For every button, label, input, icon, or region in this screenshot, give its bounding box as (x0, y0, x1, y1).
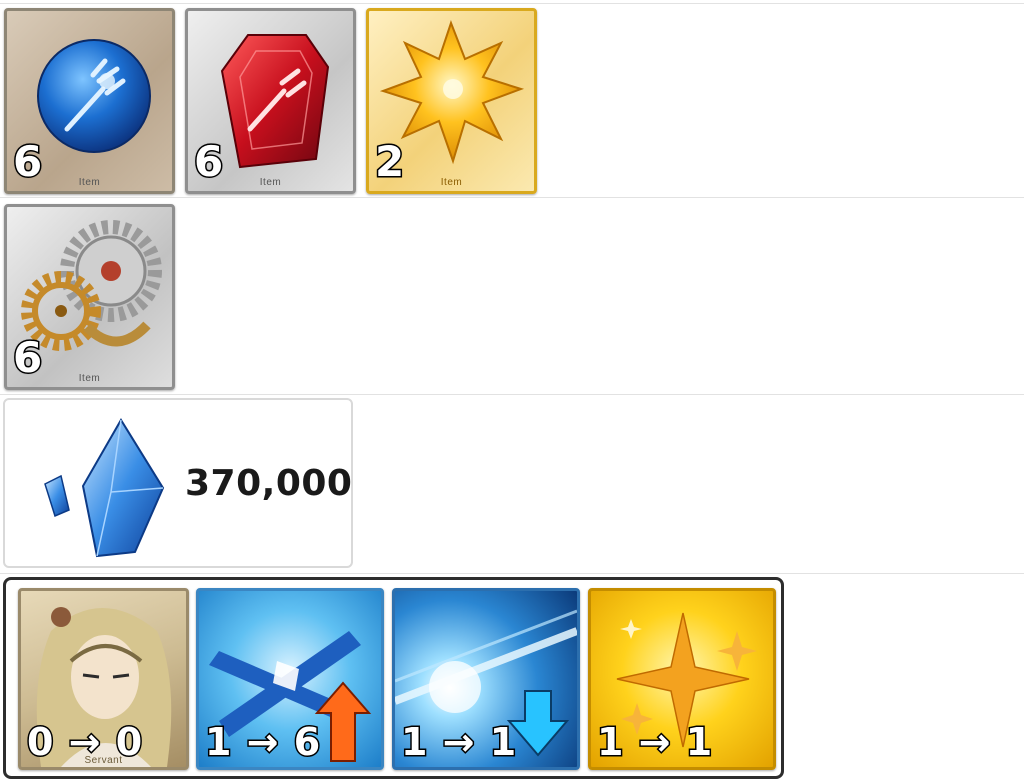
qp-crystal-icon (44, 418, 165, 558)
divider (0, 573, 1024, 574)
item-tile-gold-star-gem[interactable]: 2 Item (366, 8, 537, 194)
divider (0, 394, 1024, 395)
servant-portrait-tile[interactable]: 0 → 0 Servant (18, 588, 189, 770)
item-caption: Item (78, 373, 101, 384)
servant-caption: Servant (84, 755, 123, 766)
item-tile-gear[interactable]: 6 Item (4, 204, 175, 390)
qp-amount: 370,000 (185, 463, 353, 504)
skill-tile-1[interactable]: 1 → 6 (196, 588, 384, 770)
skill-level-change: 1 → 1 (399, 720, 518, 764)
divider (0, 3, 1024, 4)
skill-level-change: 1 → 6 (203, 720, 322, 764)
skill-change-panel: 0 → 0 Servant 1 → 6 1 → 1 1 → 1 (3, 577, 784, 779)
item-tile-blue-gem[interactable]: 6 Item (4, 8, 175, 194)
item-caption: Item (78, 177, 101, 188)
divider (0, 197, 1024, 198)
item-caption: Item (259, 177, 282, 188)
item-tile-red-gem[interactable]: 6 Item (185, 8, 356, 194)
qp-card: 370,000 (3, 398, 353, 568)
skill-tile-3[interactable]: 1 → 1 (588, 588, 776, 770)
item-caption: Item (440, 177, 463, 188)
skill-level-change: 1 → 1 (595, 720, 714, 764)
skill-tile-2[interactable]: 1 → 1 (392, 588, 580, 770)
